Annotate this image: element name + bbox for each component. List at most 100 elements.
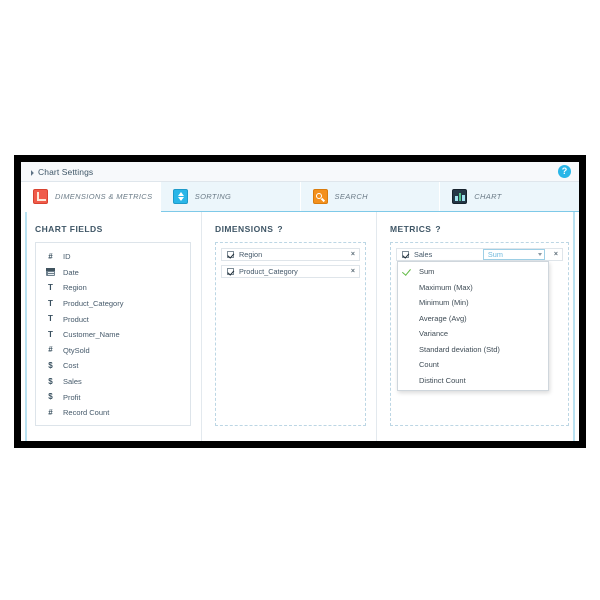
aggregation-value: Sum (487, 250, 503, 259)
list-item[interactable]: $ Cost (36, 358, 190, 374)
menu-item-average[interactable]: Average (Avg) (398, 311, 548, 327)
dimensions-help-icon[interactable]: ? (277, 224, 283, 234)
aggregation-select[interactable]: Sum (482, 249, 545, 260)
list-item[interactable]: T Product_Category (36, 296, 190, 312)
dimensions-heading: DIMENSIONS? (215, 224, 366, 234)
list-item[interactable]: $ Sales (36, 374, 190, 390)
list-item[interactable]: $ Profit (36, 389, 190, 405)
metrics-heading: METRICS? (390, 224, 569, 234)
aggregation-dropdown-menu[interactable]: Sum Maximum (Max) Minimum (Min) Average … (397, 261, 549, 391)
chart-settings-window: Chart Settings ? DIMENSIONS & METRICS SO… (21, 162, 579, 441)
list-item[interactable]: T Customer_Name (36, 327, 190, 343)
menu-item-variance[interactable]: Variance (398, 326, 548, 342)
menu-item-sum[interactable]: Sum (398, 264, 548, 280)
metrics-heading-text: METRICS (390, 224, 432, 234)
list-item[interactable]: T Region (36, 280, 190, 296)
field-label: Product (63, 314, 89, 324)
remove-icon[interactable]: × (351, 268, 355, 275)
tab-sorting[interactable]: SORTING (160, 182, 301, 211)
tab-label: CHART (474, 192, 502, 201)
currency-field-icon: $ (48, 360, 53, 370)
menu-item-label: Sum (419, 267, 435, 277)
dimension-item-product-category[interactable]: Product_Category × (221, 265, 360, 278)
magnifier-icon (312, 189, 328, 204)
field-label: Product_Category (63, 299, 124, 309)
field-label: ID (63, 252, 71, 262)
column-divider (201, 212, 202, 441)
window-titlebar: Chart Settings ? (21, 162, 579, 182)
menu-item-standard-deviation[interactable]: Standard deviation (Std) (398, 342, 548, 358)
window-title: Chart Settings (38, 166, 94, 177)
checkbox[interactable] (402, 251, 409, 258)
menu-item-count[interactable]: Count (398, 357, 548, 373)
checkbox[interactable] (227, 268, 234, 275)
number-field-icon: # (48, 407, 53, 417)
menu-item-label: Average (Avg) (419, 313, 467, 323)
tab-bar: DIMENSIONS & METRICS SORTING SEARCH CHAR… (21, 182, 579, 212)
text-field-icon: T (48, 314, 53, 324)
menu-item-maximum[interactable]: Maximum (Max) (398, 280, 548, 296)
sort-updown-icon (172, 189, 188, 204)
list-item[interactable]: # QtySold (36, 343, 190, 359)
axes-icon (33, 189, 48, 204)
chevron-down-icon (537, 253, 542, 256)
chart-fields-panel: CHART FIELDS # ID Date T Region T Produc… (21, 212, 201, 441)
list-item[interactable]: Date (36, 265, 190, 281)
field-label: Region (63, 283, 87, 293)
column-divider (376, 212, 377, 441)
dimension-label: Product_Category (239, 267, 298, 276)
help-icon[interactable]: ? (558, 165, 571, 178)
field-label: Cost (63, 361, 79, 371)
field-label: Customer_Name (63, 330, 120, 340)
menu-item-label: Distinct Count (419, 375, 466, 385)
tab-label: SEARCH (334, 192, 368, 201)
number-field-icon: # (48, 251, 53, 261)
dimensions-panel: DIMENSIONS? Region × Product_Category × (201, 212, 376, 441)
text-field-icon: T (48, 329, 53, 339)
remove-icon[interactable]: × (351, 251, 355, 258)
tab-label: SORTING (194, 192, 232, 201)
metric-item-sales[interactable]: Sales Sum × (396, 248, 563, 261)
screenshot-canvas: Chart Settings ? DIMENSIONS & METRICS SO… (0, 0, 600, 600)
metric-label: Sales (414, 250, 433, 259)
field-label: Profit (63, 392, 81, 402)
device-frame: Chart Settings ? DIMENSIONS & METRICS SO… (14, 155, 586, 448)
menu-item-label: Standard deviation (Std) (419, 344, 500, 354)
tab-label: DIMENSIONS & METRICS (55, 192, 153, 201)
list-item[interactable]: # ID (36, 249, 190, 265)
metrics-help-icon[interactable]: ? (435, 224, 441, 234)
chart-fields-list[interactable]: # ID Date T Region T Product_Category T … (35, 242, 191, 426)
field-label: Record Count (63, 408, 110, 418)
currency-field-icon: $ (48, 376, 53, 386)
tab-chart[interactable]: CHART (440, 182, 579, 211)
menu-item-label: Count (419, 360, 440, 370)
dimension-item-region[interactable]: Region × (221, 248, 360, 261)
text-field-icon: T (48, 298, 53, 308)
menu-item-label: Variance (419, 329, 449, 339)
list-item[interactable]: T Product (36, 311, 190, 327)
menu-item-label: Minimum (Min) (419, 298, 469, 308)
dimensions-dropzone[interactable]: Region × Product_Category × (215, 242, 366, 426)
menu-item-label: Maximum (Max) (419, 282, 473, 292)
currency-field-icon: $ (48, 392, 53, 402)
checkbox[interactable] (227, 251, 234, 258)
metrics-panel: METRICS? Sales Sum × Sum Maximum (Max) M… (376, 212, 579, 441)
field-label: Date (63, 267, 79, 277)
menu-item-minimum[interactable]: Minimum (Min) (398, 295, 548, 311)
metrics-dropzone[interactable]: Sales Sum × Sum Maximum (Max) Minimum (M… (390, 242, 569, 426)
settings-content: CHART FIELDS # ID Date T Region T Produc… (21, 212, 579, 441)
remove-icon[interactable]: × (554, 251, 558, 258)
field-label: Sales (63, 377, 82, 387)
dimension-label: Region (239, 250, 263, 259)
field-label: QtySold (63, 345, 90, 355)
check-icon (401, 266, 411, 276)
triangle-collapse-icon[interactable] (28, 169, 34, 176)
dimensions-heading-text: DIMENSIONS (215, 224, 274, 234)
text-field-icon: T (48, 282, 53, 292)
list-item[interactable]: # Record Count (36, 405, 190, 421)
tab-dimensions-metrics[interactable]: DIMENSIONS & METRICS (21, 182, 161, 212)
tab-search[interactable]: SEARCH (300, 182, 441, 211)
number-field-icon: # (48, 345, 53, 355)
bar-chart-icon (452, 189, 468, 204)
menu-item-distinct-count[interactable]: Distinct Count (398, 373, 548, 389)
